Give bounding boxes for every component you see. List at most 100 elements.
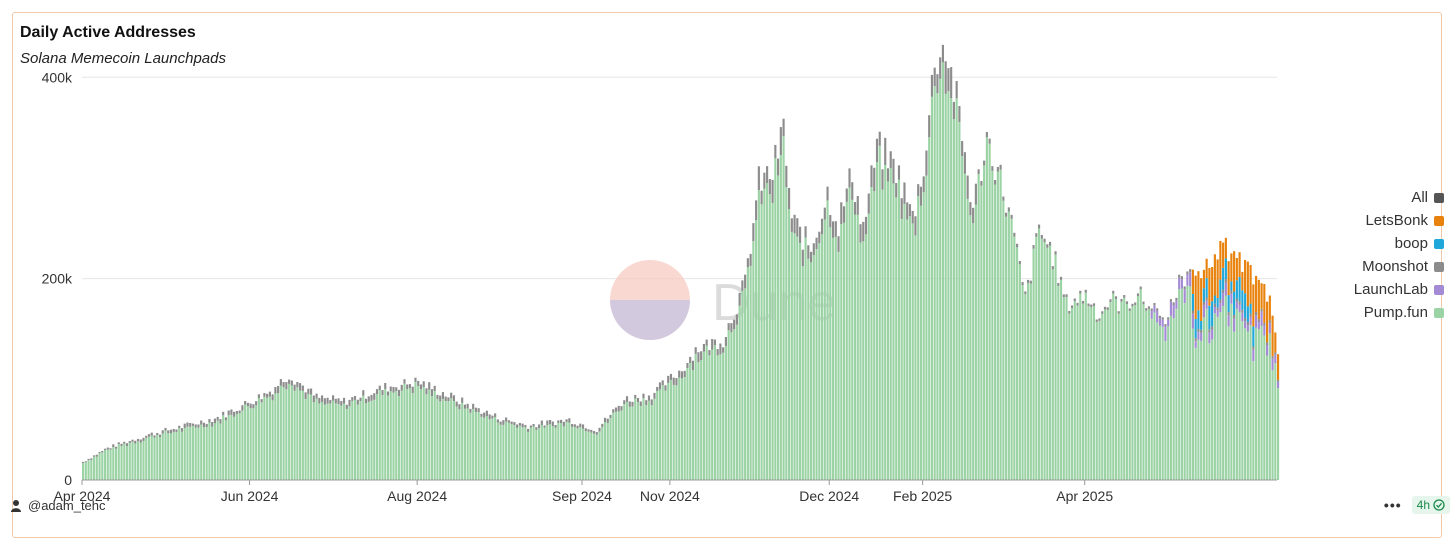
bar-letsbonk — [1268, 295, 1271, 321]
legend-item-launchlab[interactable]: LaunchLab — [1354, 278, 1444, 301]
bar-moonshot — [809, 251, 813, 263]
bar-pumpfun — [568, 422, 571, 480]
bar-pumpfun — [485, 416, 488, 480]
bar-moonshot — [820, 218, 824, 235]
bar-pumpfun — [1241, 321, 1244, 480]
bar-moonshot — [969, 202, 972, 216]
bar-moonshot — [826, 186, 829, 201]
refresh-badge[interactable]: 4h — [1411, 496, 1450, 514]
bar-pumpfun — [587, 431, 590, 480]
bar-pumpfun — [90, 459, 93, 480]
bar-pumpfun — [1032, 248, 1035, 480]
bar-moonshot — [95, 454, 98, 457]
bar-pumpfun — [895, 197, 898, 480]
x-tick-label: Sep 2024 — [552, 488, 612, 504]
bar-pumpfun — [84, 462, 87, 480]
bar-pumpfun — [1191, 328, 1194, 480]
bar-pumpfun — [1131, 306, 1134, 480]
bar-moonshot — [576, 425, 579, 429]
bar-moonshot — [469, 408, 472, 413]
legend-item-all[interactable]: All — [1354, 186, 1444, 209]
legend-swatch — [1434, 307, 1444, 318]
bar-pumpfun — [705, 345, 708, 480]
legend-item-pumpfun[interactable]: Pump.fun — [1354, 301, 1444, 324]
bar-moonshot — [656, 386, 659, 392]
bar-moonshot — [837, 236, 840, 252]
bar-moonshot — [505, 417, 508, 422]
bar-letsbonk — [1200, 278, 1203, 322]
bar-letsbonk — [1277, 354, 1280, 380]
bar-moonshot — [581, 424, 585, 429]
bar-moonshot — [543, 425, 546, 428]
bar-letsbonk — [1244, 259, 1247, 294]
bar-pumpfun — [1145, 310, 1148, 480]
bar-pumpfun — [494, 416, 497, 480]
bar-moonshot — [952, 101, 955, 120]
bar-pumpfun — [815, 249, 818, 480]
bar-letsbonk — [1227, 261, 1230, 296]
bar-boop — [1246, 306, 1249, 323]
bar-pumpfun — [661, 385, 664, 480]
bar-moonshot — [708, 350, 711, 356]
bar-moonshot — [727, 323, 730, 331]
bar-pumpfun — [1156, 322, 1159, 480]
author-credit[interactable]: @adam_tehc — [10, 498, 106, 513]
bar-pumpfun — [722, 352, 725, 480]
bar-pumpfun — [1175, 308, 1178, 480]
more-dots-icon[interactable]: ••• — [1384, 497, 1402, 513]
bar-boop — [1205, 278, 1208, 298]
legend-item-letsbonk[interactable]: LetsBonk — [1354, 209, 1444, 232]
bar-pumpfun — [834, 236, 837, 480]
bar-moonshot — [477, 408, 480, 413]
bar-pumpfun — [1235, 308, 1238, 480]
bar-launchlab — [1241, 312, 1244, 322]
bar-pumpfun — [669, 379, 673, 480]
bar-pumpfun — [109, 449, 112, 480]
bar-pumpfun — [664, 390, 667, 480]
bar-pumpfun — [549, 424, 552, 480]
bar-pumpfun — [370, 400, 373, 480]
bar-moonshot — [1081, 300, 1085, 304]
bar-pumpfun — [928, 137, 931, 480]
bar-letsbonk — [1213, 254, 1216, 296]
bar-pumpfun — [1101, 313, 1104, 480]
bar-moonshot — [557, 420, 560, 423]
bar-pumpfun — [271, 400, 274, 480]
bar-launchlab — [1263, 325, 1266, 336]
bar-letsbonk — [1194, 275, 1197, 319]
bar-moonshot — [1227, 312, 1230, 316]
bar-pumpfun — [1172, 318, 1175, 480]
bar-letsbonk — [1219, 240, 1222, 280]
bar-moonshot — [873, 167, 876, 192]
bar-moonshot — [386, 391, 390, 396]
bar-moonshot — [669, 373, 673, 380]
bar-pumpfun — [708, 355, 711, 480]
bar-moonshot — [661, 380, 664, 386]
bar-pumpfun — [950, 98, 953, 480]
bar-moonshot — [1125, 301, 1129, 305]
bar-pumpfun — [375, 394, 379, 480]
bar-moonshot — [744, 274, 747, 289]
bar-pumpfun — [417, 385, 420, 480]
bar-boop — [1227, 295, 1230, 313]
bar-pumpfun — [378, 390, 381, 480]
bar-pumpfun — [689, 362, 692, 480]
bar-moonshot — [1200, 329, 1203, 333]
bar-moonshot — [804, 226, 807, 238]
bar-pumpfun — [106, 449, 109, 480]
legend-item-moonshot[interactable]: Moonshot — [1354, 255, 1444, 278]
legend-item-boop[interactable]: boop — [1354, 232, 1444, 255]
bar-moonshot — [678, 370, 681, 378]
bar-letsbonk — [1266, 301, 1269, 343]
bar-moonshot — [271, 394, 274, 401]
bar-moonshot — [620, 406, 623, 411]
bar-moonshot — [510, 421, 513, 425]
bar-pumpfun — [642, 398, 645, 480]
bar-pumpfun — [713, 345, 716, 480]
bar-moonshot — [172, 428, 175, 432]
bar-pumpfun — [296, 387, 299, 480]
bar-pumpfun — [1224, 295, 1227, 480]
bar-moonshot — [1142, 301, 1145, 305]
bar-pumpfun — [1090, 307, 1093, 480]
bar-pumpfun — [472, 409, 475, 480]
